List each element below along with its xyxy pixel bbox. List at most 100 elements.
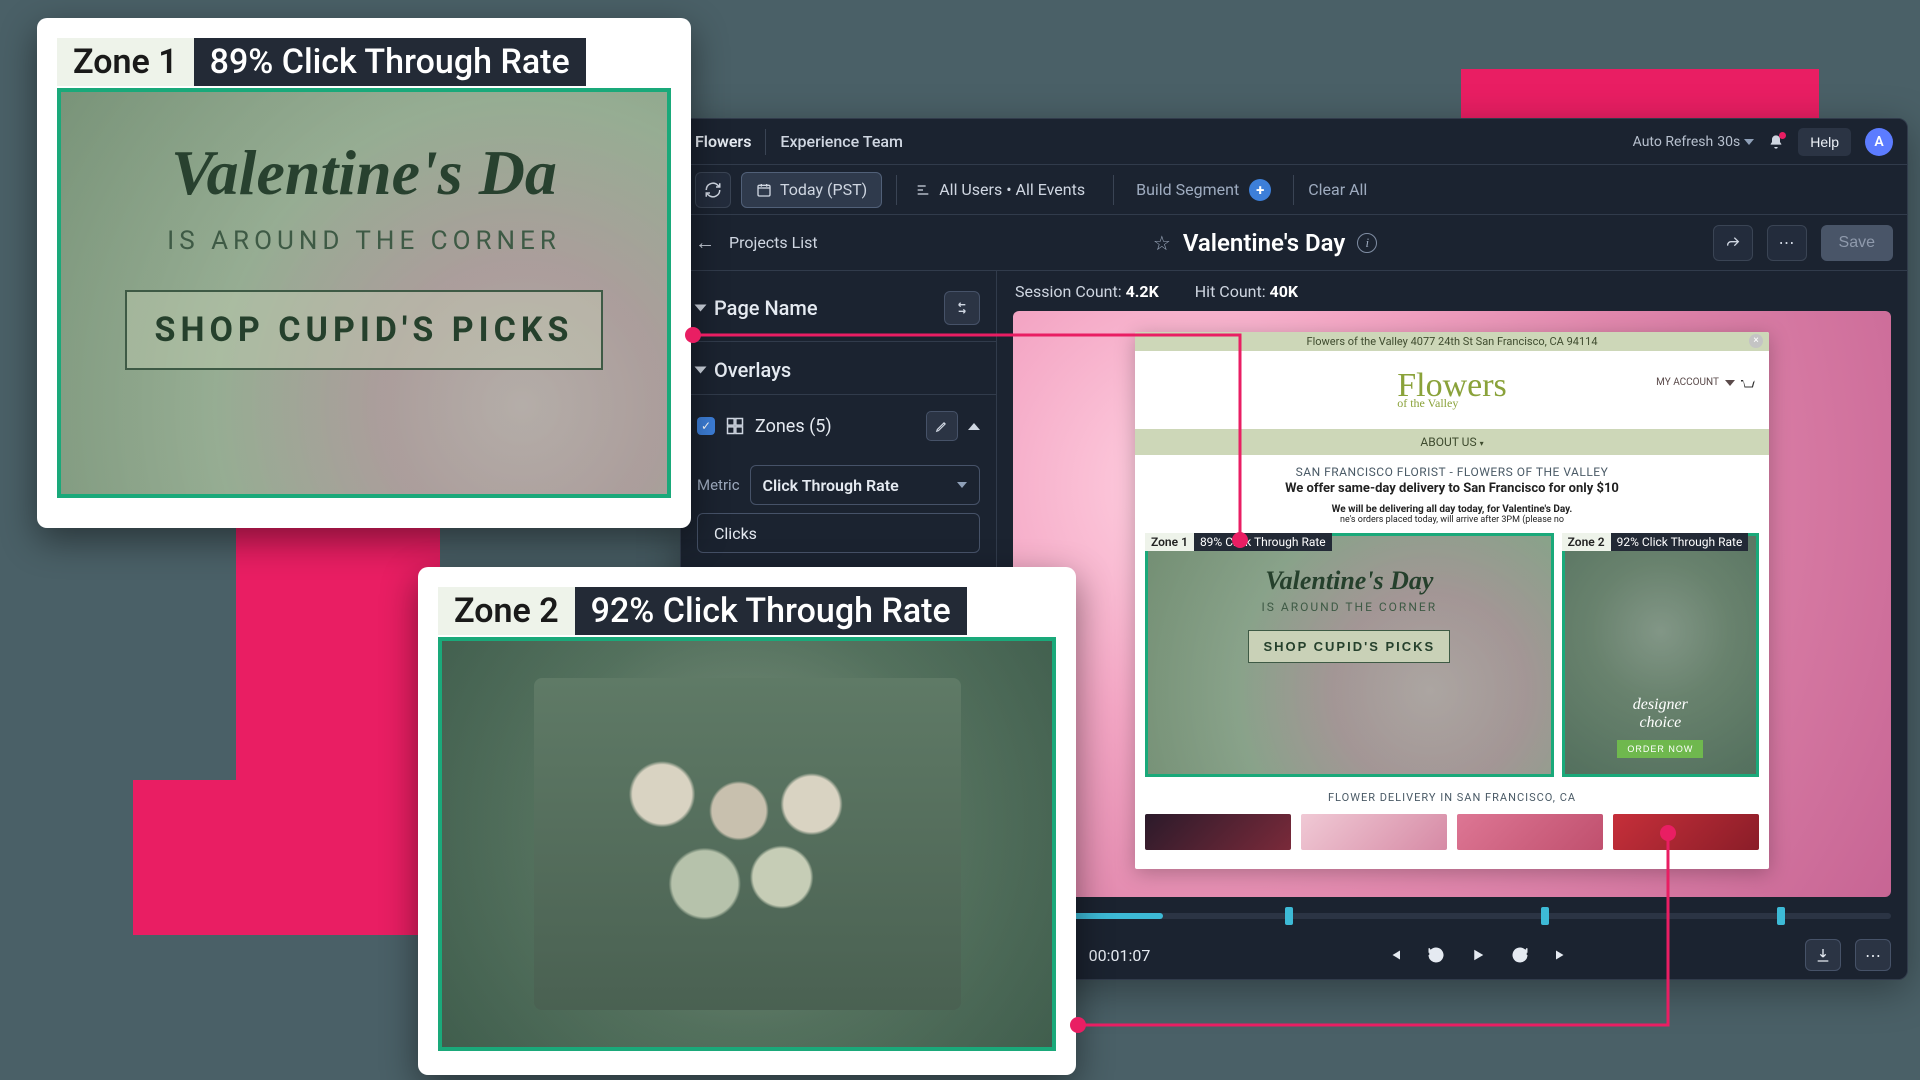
projects-list-link[interactable]: Projects List (729, 233, 818, 252)
thumb[interactable] (1145, 814, 1291, 850)
users-events-filter[interactable]: All Users • All Events (911, 172, 1099, 208)
auto-refresh-control[interactable]: Auto Refresh 30s (1633, 134, 1755, 150)
metric-row: Metric Click Through Rate (681, 457, 996, 513)
metric-option-clicks[interactable]: Clicks (697, 513, 980, 553)
stats-row: Session Count: 4.2K Hit Count: 40K (997, 271, 1907, 311)
zone-2-title: designerchoice (1633, 696, 1688, 732)
zone-1-card-title: Valentine's Da (171, 136, 557, 210)
metric-label: Metric (697, 476, 740, 494)
download-button[interactable] (1805, 939, 1841, 971)
skip-forward-button[interactable] (1548, 941, 1576, 969)
filter-bar: Today (PST) All Users • All Events Build… (681, 165, 1907, 215)
top-bar: Flowers Experience Team Auto Refresh 30s… (681, 119, 1907, 165)
zone-1-canvas: Valentine's Da IS AROUND THE CORNER SHOP… (57, 88, 671, 498)
zones-row: ✓ Zones (5) (681, 395, 996, 457)
timeline[interactable] (1013, 903, 1891, 929)
zone-2-metric: 92% Click Through Rate (575, 587, 967, 635)
bell-icon[interactable] (1768, 134, 1784, 150)
build-segment-label: Build Segment (1136, 180, 1239, 199)
info-icon[interactable]: i (1357, 233, 1377, 253)
right-panel: Session Count: 4.2K Hit Count: 40K Flowe… (997, 271, 1907, 980)
back-arrow-icon[interactable]: ← (695, 230, 715, 255)
site-header: Flowersof the Valley MY ACCOUNT (1135, 351, 1769, 429)
zone-2-cta[interactable]: ORDER NOW (1617, 740, 1703, 758)
chevron-down-icon (957, 482, 967, 488)
more-menu-button[interactable]: ⋯ (1767, 225, 1807, 261)
metric-select[interactable]: Click Through Rate (750, 465, 980, 505)
clear-all-button[interactable]: Clear All (1308, 180, 1367, 199)
zones-label: Zones (5) (755, 416, 916, 437)
skip-back-button[interactable] (1380, 941, 1408, 969)
breadcrumb-org[interactable]: Flowers (695, 132, 751, 151)
forward-button[interactable] (1506, 941, 1534, 969)
page-name-title: Page Name (714, 296, 934, 320)
overlays-title: Overlays (714, 358, 980, 382)
zone-1-tag: Zone 189% Click Through Rate (1145, 533, 1332, 551)
session-preview[interactable]: Flowers of the Valley 4077 24th St San F… (1013, 311, 1891, 897)
zone-1-card-tag: Zone 1 89% Click Through Rate (57, 38, 671, 86)
cart-icon[interactable] (1741, 378, 1755, 388)
breadcrumb-team[interactable]: Experience Team (780, 132, 903, 151)
auto-refresh-label: Auto Refresh (1633, 134, 1714, 150)
divider (1113, 175, 1114, 205)
site-zones: Zone 189% Click Through Rate Valentine's… (1135, 533, 1769, 787)
chevron-down-icon[interactable] (695, 367, 707, 374)
divider (896, 175, 897, 205)
user-avatar[interactable]: A (1865, 128, 1893, 156)
time-total: 00:01:07 (1089, 946, 1151, 965)
site-banner: Flowers of the Valley 4077 24th St San F… (1135, 332, 1769, 351)
transport-more-button[interactable]: ⋯ (1855, 939, 1891, 971)
divider (765, 129, 766, 155)
chevron-down-icon (1744, 139, 1754, 145)
plus-circle-icon: + (1249, 179, 1271, 201)
divider (1293, 175, 1294, 205)
thumb[interactable] (1301, 814, 1447, 850)
zone-1-card: Zone 1 89% Click Through Rate Valentine'… (37, 18, 691, 528)
zone-2-card-tag: Zone 2 92% Click Through Rate (438, 587, 1056, 635)
site-thumbnails (1135, 814, 1769, 850)
date-filter-label: Today (PST) (780, 180, 867, 199)
zone-1-cta[interactable]: SHOP CUPID'S PICKS (1248, 630, 1450, 663)
compare-icon[interactable] (944, 291, 980, 325)
zones-checkbox[interactable]: ✓ (697, 417, 715, 435)
rewind-button[interactable] (1422, 941, 1450, 969)
bouquet-image (534, 678, 961, 1011)
project-title: Valentine's Day (1183, 229, 1345, 257)
thumb[interactable] (1613, 814, 1759, 850)
site-nav[interactable]: ABOUT US ▾ (1135, 429, 1769, 455)
play-button[interactable] (1464, 941, 1492, 969)
page-name-section: Page Name (681, 275, 996, 342)
zone-1-card-cta[interactable]: SHOP CUPID'S PICKS (125, 290, 604, 370)
zone-2[interactable]: Zone 292% Click Through Rate designercho… (1562, 533, 1759, 777)
date-filter[interactable]: Today (PST) (741, 172, 882, 208)
zones-icon (725, 416, 745, 436)
overlays-section: Overlays (681, 342, 996, 395)
zone-1-metric: 89% Click Through Rate (194, 38, 586, 86)
chevron-down-icon[interactable] (695, 305, 707, 312)
site-tagline-3: We will be delivering all day today, for… (1135, 504, 1769, 515)
site-logo: Flowersof the Valley (1397, 372, 1507, 409)
site-frame: Flowers of the Valley 4077 24th St San F… (1135, 332, 1769, 869)
star-icon[interactable]: ☆ (1153, 231, 1171, 255)
zone-1-title: Valentine's Day (1265, 566, 1433, 596)
thumb[interactable] (1457, 814, 1603, 850)
account-link[interactable]: MY ACCOUNT (1656, 377, 1755, 388)
zone-1[interactable]: Zone 189% Click Through Rate Valentine's… (1145, 533, 1554, 777)
project-bar: ← Projects List ☆ Valentine's Day i ⋯ Sa… (681, 215, 1907, 271)
metric-option-label: Clicks (714, 524, 757, 543)
refresh-button[interactable] (695, 172, 731, 208)
help-button[interactable]: Help (1798, 128, 1851, 156)
transport-bar: :00:16 | 00:01:07 ⋯ (997, 929, 1907, 980)
share-button[interactable] (1713, 225, 1753, 261)
site-delivery: FLOWER DELIVERY IN SAN FRANCISCO, CA (1135, 787, 1769, 814)
hit-count: Hit Count: 40K (1195, 282, 1298, 301)
zone-2-name: Zone 2 (438, 587, 575, 635)
build-segment-button[interactable]: Build Segment + (1136, 179, 1271, 201)
edit-zones-button[interactable] (926, 411, 958, 441)
close-icon[interactable]: × (1749, 334, 1763, 348)
chevron-up-icon[interactable] (968, 423, 980, 430)
zone-2-canvas (438, 637, 1056, 1051)
zone-2-card: Zone 2 92% Click Through Rate (418, 567, 1076, 1075)
save-button[interactable]: Save (1821, 225, 1893, 261)
zone-1-card-sub: IS AROUND THE CORNER (167, 226, 561, 256)
